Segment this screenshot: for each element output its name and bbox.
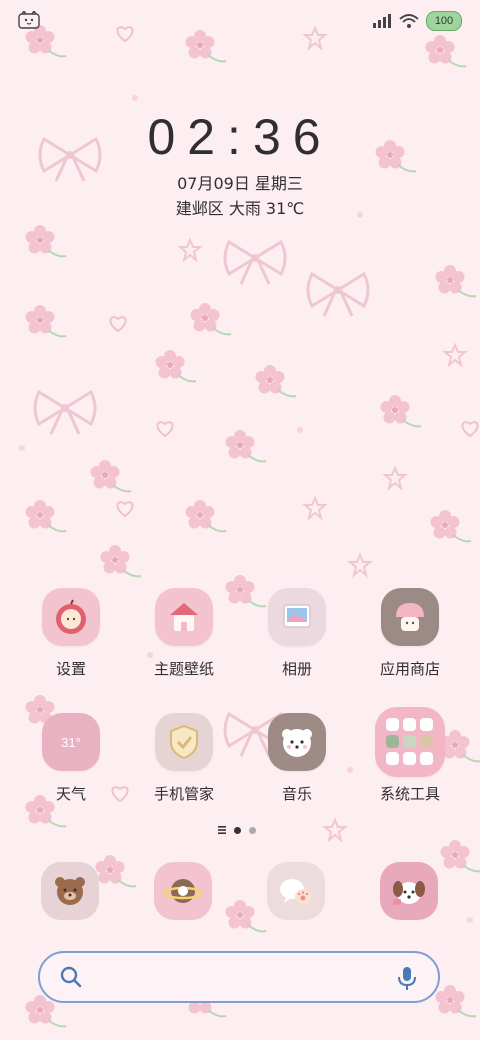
date-text[interactable]: 07月09日 星期三 xyxy=(0,170,480,194)
search-icon[interactable] xyxy=(60,966,82,988)
photo-gallery-icon xyxy=(268,588,326,646)
app-label: 设置 xyxy=(55,660,86,678)
tools-folder-icon xyxy=(375,707,445,777)
page-dot xyxy=(249,826,256,834)
dog-camera-icon[interactable] xyxy=(380,862,438,920)
app-label: 相册 xyxy=(281,660,312,678)
cat-emoji-icon xyxy=(18,11,40,29)
weather-icon: 31° xyxy=(42,713,100,771)
bear-phone-icon[interactable] xyxy=(41,862,99,920)
app-music[interactable]: 音乐 xyxy=(247,713,347,804)
microphone-icon[interactable] xyxy=(396,965,418,991)
dock xyxy=(0,862,480,922)
status-right: 100 xyxy=(372,11,462,31)
shield-check-icon xyxy=(155,713,213,771)
app-label: 手机管家 xyxy=(153,785,214,803)
puppy-music-icon xyxy=(268,713,326,771)
status-bar: 100 xyxy=(0,0,480,40)
app-label: 主题壁纸 xyxy=(153,660,214,678)
app-label: 应用商店 xyxy=(379,660,440,678)
app-gallery[interactable]: 相册 xyxy=(247,588,347,679)
app-store[interactable]: 应用商店 xyxy=(360,588,460,679)
app-phone-manager[interactable]: 手机管家 xyxy=(134,713,234,804)
app-theme-wallpaper[interactable]: 主题壁纸 xyxy=(134,588,234,679)
app-weather[interactable]: 31° 天气 xyxy=(21,713,121,804)
app-label: 系统工具 xyxy=(379,785,440,803)
app-label: 天气 xyxy=(55,785,86,803)
chat-paw-icon[interactable] xyxy=(267,862,325,920)
weather-icon-text: 31° xyxy=(61,734,81,750)
page-indicator[interactable] xyxy=(218,823,268,837)
clock-time[interactable]: 02:36 xyxy=(0,108,480,166)
battery-icon: 100 xyxy=(426,11,462,31)
menu-lines-icon xyxy=(218,826,226,834)
apple-settings-icon xyxy=(42,588,100,646)
search-bar[interactable] xyxy=(38,951,440,1003)
planet-browser-icon[interactable] xyxy=(154,862,212,920)
wifi-icon xyxy=(399,14,419,28)
app-label: 音乐 xyxy=(281,785,312,803)
app-settings[interactable]: 设置 xyxy=(21,588,121,679)
signal-icon xyxy=(373,14,391,28)
page-dot-active xyxy=(234,826,241,834)
weather-text[interactable]: 建邺区 大雨 31℃ xyxy=(0,195,480,219)
app-system-tools-folder[interactable]: 系统工具 xyxy=(360,707,460,804)
mushroom-store-icon xyxy=(381,588,439,646)
house-theme-icon xyxy=(155,588,213,646)
